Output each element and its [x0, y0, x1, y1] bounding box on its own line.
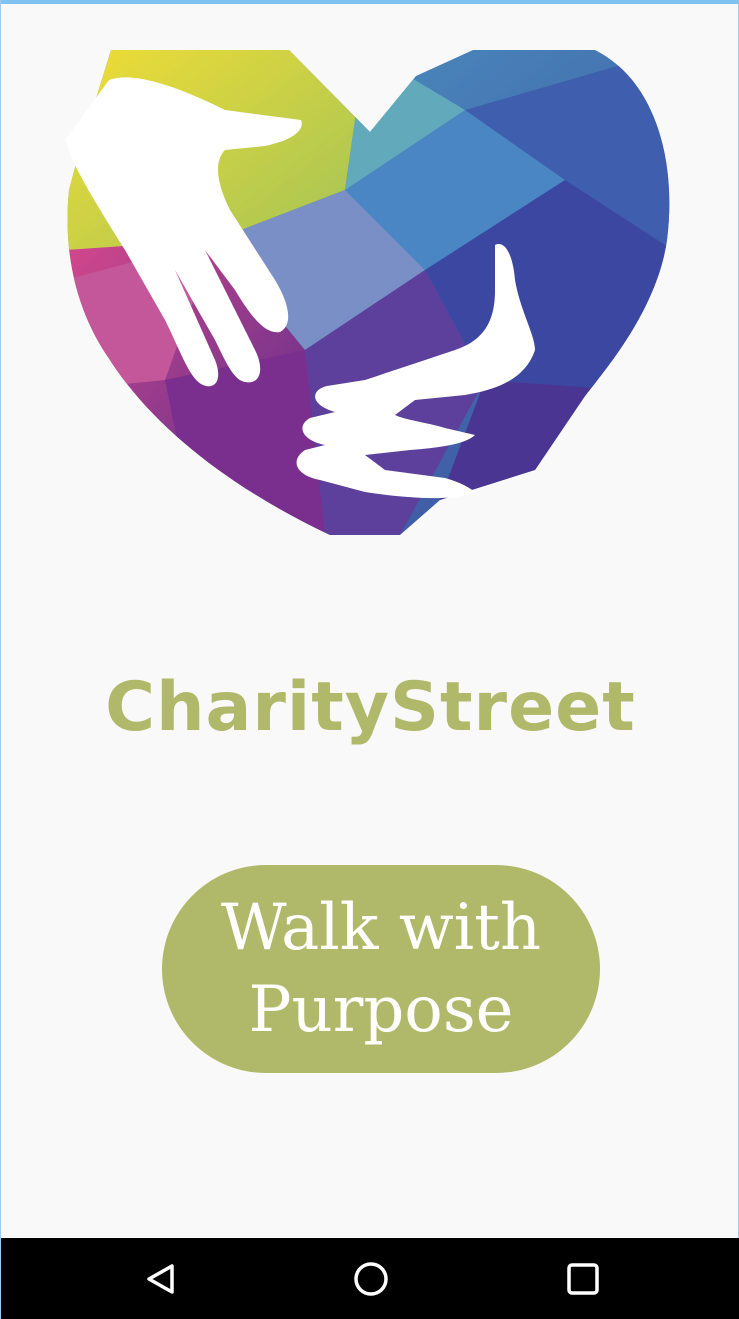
back-button[interactable] — [101, 1238, 221, 1319]
status-accent-line — [1, 0, 739, 4]
recents-square-icon — [567, 1262, 599, 1295]
heart-helping-hands-icon — [65, 50, 670, 535]
system-navigation-bar — [1, 1238, 739, 1319]
walk-with-purpose-button[interactable]: Walk with Purpose — [162, 865, 600, 1073]
brand-name: CharityStreet — [105, 668, 636, 747]
back-triangle-icon — [147, 1263, 174, 1294]
home-circle-icon — [354, 1261, 388, 1296]
app-screen: CharityStreet Walk with Purpose — [0, 0, 739, 1319]
recents-button[interactable] — [523, 1238, 643, 1319]
home-button[interactable] — [311, 1238, 431, 1319]
